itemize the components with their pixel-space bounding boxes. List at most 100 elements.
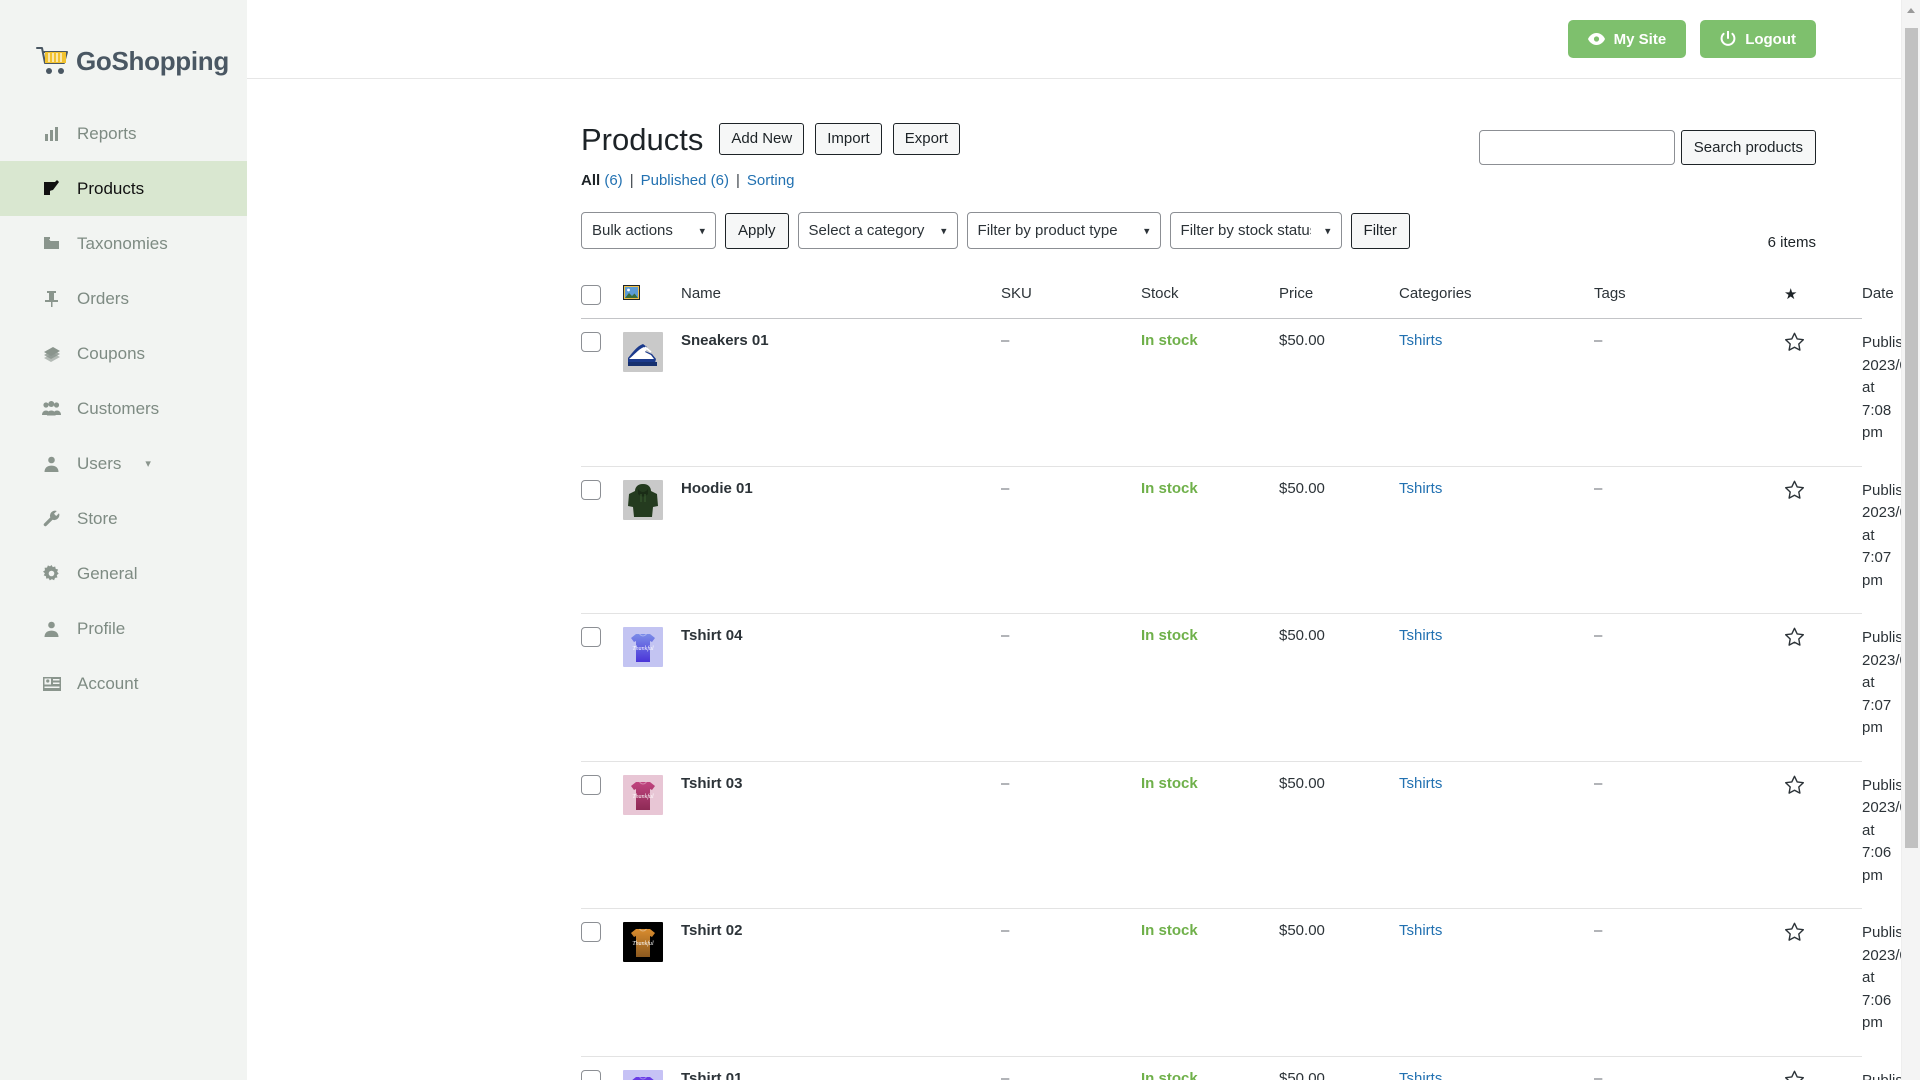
sidebar-item-customers[interactable]: Customers (0, 381, 247, 436)
view-link-all[interactable]: All (6) (581, 172, 623, 189)
thumbnail-header (623, 273, 681, 319)
product-category-link[interactable]: Tshirts (1399, 332, 1442, 349)
star-outline-icon[interactable] (1784, 480, 1805, 504)
product-thumbnail[interactable]: Thankful (623, 922, 663, 962)
chevron-down-icon[interactable]: ▾ (145, 457, 151, 470)
filter-button[interactable]: Filter (1350, 212, 1410, 249)
pin-icon (42, 289, 61, 308)
row-featured-cell (1784, 613, 1862, 762)
tags-header: Tags (1594, 273, 1784, 319)
product-category-link[interactable]: Tshirts (1399, 480, 1442, 497)
page-scrollbar[interactable] (1901, 0, 1920, 1080)
featured-header: ★ (1784, 273, 1862, 319)
sidebar-item-products[interactable]: Products (0, 161, 247, 216)
search-input[interactable] (1478, 130, 1675, 165)
power-icon (1720, 31, 1736, 47)
row-stock-cell: In stock (1141, 908, 1279, 1057)
stock-header[interactable]: Stock (1141, 273, 1279, 319)
row-price-cell: $50.00 (1279, 908, 1399, 1057)
product-category-link[interactable]: Tshirts (1399, 1070, 1442, 1080)
product-thumbnail[interactable] (623, 332, 663, 372)
sidebar-item-users[interactable]: Users ▾ (0, 436, 247, 491)
product-category-link[interactable]: Tshirts (1399, 922, 1442, 939)
product-thumbnail[interactable]: Thankful (623, 1069, 663, 1080)
sidebar-item-orders[interactable]: Orders (0, 271, 247, 326)
sku-header[interactable]: SKU (1001, 273, 1141, 319)
product-name-link[interactable]: Tshirt 01 (681, 1070, 742, 1080)
sidebar-item-general[interactable]: General (0, 546, 247, 601)
row-checkbox[interactable] (581, 1069, 601, 1080)
product-name-link[interactable]: Hoodie 01 (681, 480, 753, 497)
import-button[interactable]: Import (815, 123, 882, 155)
view-link-published-count: (6) (710, 172, 729, 189)
row-thumbnail-cell (623, 466, 681, 614)
view-link-sorting[interactable]: Sorting (747, 172, 795, 189)
row-thumbnail-cell: Thankful (623, 1056, 681, 1080)
product-category-link[interactable]: Tshirts (1399, 775, 1442, 792)
image-icon (623, 285, 640, 304)
select-all-checkbox[interactable] (581, 285, 601, 305)
search-products-button[interactable]: Search products (1680, 130, 1816, 165)
view-link-published[interactable]: Published (6) (641, 172, 729, 189)
sidebar-item-profile[interactable]: Profile (0, 601, 247, 656)
product-price: $50.00 (1279, 774, 1325, 792)
stock-status: In stock (1141, 1069, 1198, 1080)
star-outline-icon[interactable] (1784, 922, 1805, 946)
table-row: Thankful Tshirt 04 – In stock $50.00 Tshirts –… (581, 613, 1920, 762)
my-site-button[interactable]: My Site (1567, 20, 1687, 58)
row-name-cell: Sneakers 01 (681, 318, 1001, 467)
star-outline-icon[interactable] (1784, 332, 1805, 356)
product-name-link[interactable]: Tshirt 04 (681, 627, 742, 644)
sidebar-item-taxonomies[interactable]: Taxonomies (0, 216, 247, 271)
row-checkbox[interactable] (581, 627, 601, 647)
row-checkbox[interactable] (581, 479, 601, 500)
sidebar-item-label: Products (77, 178, 145, 198)
row-thumbnail-cell: Thankful (623, 613, 681, 762)
product-type-filter-select[interactable]: Filter by product type (966, 212, 1161, 249)
sidebar-item-account[interactable]: Account (0, 656, 247, 711)
row-checkbox[interactable] (581, 922, 601, 942)
scroll-up-arrow-icon[interactable] (1907, 8, 1915, 13)
product-thumbnail[interactable]: Thankful (623, 627, 663, 667)
scrollbar-thumb[interactable] (1905, 28, 1918, 848)
product-name-link[interactable]: Tshirt 02 (681, 922, 742, 939)
row-categories-cell: Tshirts (1399, 466, 1594, 614)
product-type-filter-wrap: Filter by product type ▾ (966, 212, 1161, 249)
top-bar: My Site Logout (247, 0, 1920, 79)
star-outline-icon[interactable] (1784, 775, 1805, 799)
row-categories-cell: Tshirts (1399, 318, 1594, 467)
product-category-link[interactable]: Tshirts (1399, 627, 1442, 644)
price-header[interactable]: Price (1279, 273, 1399, 319)
table-row: Sneakers 01– In stock $50.00 Tshirts – Publis… (581, 318, 1920, 467)
product-name-link[interactable]: Sneakers 01 (681, 332, 769, 349)
categories-header: Categories (1399, 273, 1594, 319)
star-outline-icon[interactable] (1784, 627, 1805, 651)
logout-button[interactable]: Logout (1700, 20, 1816, 58)
row-categories-cell: Tshirts (1399, 908, 1594, 1057)
bulk-actions-select[interactable]: Bulk actions (581, 212, 716, 249)
name-header[interactable]: Name (681, 273, 1001, 319)
product-name-link[interactable]: Tshirt 03 (681, 775, 742, 792)
star-outline-icon[interactable] (1784, 1070, 1805, 1080)
products-table: Name SKU Stock Price Categories Tags ★ D… (581, 273, 1920, 1080)
product-thumbnail[interactable] (623, 479, 663, 520)
export-button[interactable]: Export (892, 123, 961, 155)
add-new-button[interactable]: Add New (719, 123, 805, 155)
row-checkbox[interactable] (581, 774, 601, 795)
sidebar-item-store[interactable]: Store (0, 491, 247, 546)
view-link-all-count: (6) (604, 172, 623, 189)
stock-status: In stock (1141, 774, 1198, 792)
product-sku: – (1001, 479, 1010, 497)
sidebar-item-reports[interactable]: Reports (0, 106, 247, 161)
row-checkbox[interactable] (581, 332, 601, 352)
stock-status: In stock (1141, 479, 1198, 497)
apply-button-top[interactable]: Apply (725, 212, 789, 249)
brand-logo[interactable]: GoShopping (0, 0, 247, 92)
stock-status: In stock (1141, 627, 1198, 644)
sidebar-item-coupons[interactable]: Coupons (0, 326, 247, 381)
stock-status-filter-select[interactable]: Filter by stock status (1169, 212, 1342, 249)
row-tags-cell: – (1594, 761, 1784, 909)
product-thumbnail[interactable]: Thankful (623, 774, 663, 815)
category-filter-select[interactable]: Select a category (797, 212, 958, 249)
sidebar-item-label: Coupons (77, 343, 146, 363)
